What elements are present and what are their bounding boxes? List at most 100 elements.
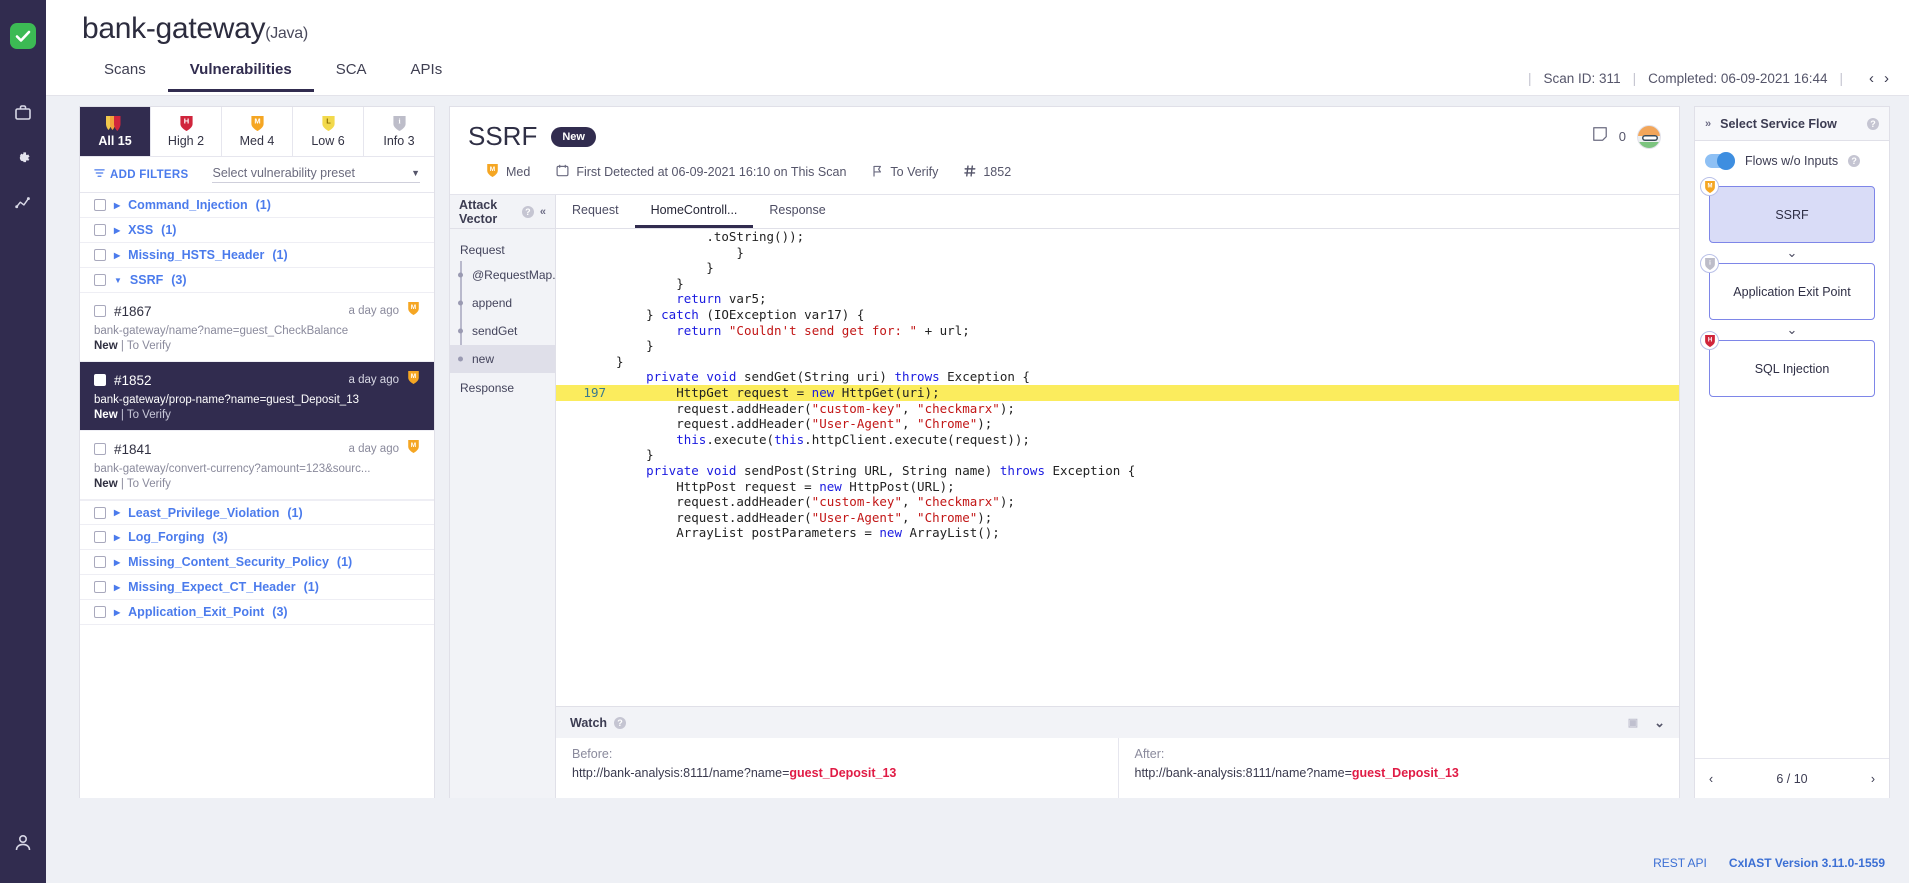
tab-request[interactable]: Request xyxy=(556,195,635,228)
add-filters-button[interactable]: ADD FILTERS xyxy=(94,168,188,182)
severity-tab-low[interactable]: L Low 6 xyxy=(293,107,364,156)
tab-vulnerabilities[interactable]: Vulnerabilities xyxy=(167,55,314,92)
detail-severity: M Med xyxy=(486,163,530,181)
rest-api-link[interactable]: REST API xyxy=(1653,856,1707,870)
user-icon[interactable] xyxy=(13,833,33,853)
code-line-text: ArrayList postParameters = new ArrayList… xyxy=(616,525,1000,541)
tab-apis[interactable]: APIs xyxy=(389,55,465,92)
severity-tab-label: Low 6 xyxy=(311,134,345,148)
service-flow-panel: » Select Service Flow ? Flows w/o Inputs… xyxy=(1694,106,1890,798)
detail-verify-status[interactable]: To Verify xyxy=(872,164,938,181)
group-name: Application_Exit_Point xyxy=(128,605,265,619)
double-chevron-left-icon[interactable]: « xyxy=(540,206,546,218)
help-icon[interactable]: ? xyxy=(1848,155,1861,167)
vuln-group-application-exit-point[interactable]: ▶ Application_Exit_Point (3) xyxy=(80,600,434,625)
group-count: (1) xyxy=(161,223,177,237)
gear-icon[interactable] xyxy=(13,148,33,168)
group-checkbox[interactable] xyxy=(94,556,106,568)
chevron-down-icon[interactable]: ⌄ xyxy=(1654,715,1665,731)
tab-homecontroller[interactable]: HomeControll... xyxy=(634,195,754,228)
vuln-group-command-injection[interactable]: ▶ Command_Injection (1) xyxy=(80,193,434,218)
next-scan-button[interactable]: › xyxy=(1884,70,1889,87)
help-icon[interactable]: ? xyxy=(614,716,627,729)
node-dot-icon xyxy=(458,272,463,278)
code-line: private void sendPost(String URL, String… xyxy=(556,463,1679,479)
group-name: Missing_HSTS_Header xyxy=(128,248,265,262)
code-line-number xyxy=(556,416,616,432)
detail-title-row: SSRF New 0 xyxy=(468,121,1661,152)
severity-tab-med[interactable]: M Med 4 xyxy=(222,107,293,156)
vuln-group-log-forging[interactable]: ▶ Log_Forging (3) xyxy=(80,525,434,550)
chevron-down-icon: ⌄ xyxy=(1786,245,1798,260)
vulnerability-preset-select[interactable]: Select vulnerability preset ▼ xyxy=(212,166,420,183)
group-checkbox[interactable] xyxy=(94,581,106,593)
item-id: #1867 xyxy=(114,303,152,319)
item-checkbox[interactable] xyxy=(94,443,106,455)
version-link[interactable]: CxIAST Version 3.11.0-1559 xyxy=(1729,856,1885,870)
code-line-text: } xyxy=(616,353,624,369)
vuln-group-missing-content-security-policy[interactable]: ▶ Missing_Content_Security_Policy (1) xyxy=(80,550,434,575)
group-count: (1) xyxy=(336,555,353,569)
vuln-group-xss[interactable]: ▶ XSS (1) xyxy=(80,218,434,243)
attack-vector-node-requestmapping[interactable]: @RequestMap... xyxy=(450,261,555,289)
flows-without-inputs-toggle[interactable] xyxy=(1705,152,1735,170)
code-line-number xyxy=(556,401,616,417)
severity-tab-info[interactable]: i Info 3 xyxy=(364,107,434,156)
help-icon[interactable]: ? xyxy=(521,205,534,218)
project-language: (Java) xyxy=(265,25,308,42)
code-line-number xyxy=(556,307,616,323)
list-item[interactable]: #1841 a day ago M bank-gateway/convert-c… xyxy=(80,431,434,500)
flow-node-box[interactable]: SQL Injection xyxy=(1709,340,1875,397)
divider: | xyxy=(1528,71,1532,86)
group-checkbox[interactable] xyxy=(94,224,106,236)
service-flow-header: » Select Service Flow ? xyxy=(1695,107,1889,141)
vuln-group-missing-expect-ct-header[interactable]: ▶ Missing_Expect_CT_Header (1) xyxy=(80,575,434,600)
attack-vector-node-sendget[interactable]: sendGet xyxy=(450,317,555,345)
briefcase-icon[interactable] xyxy=(13,102,33,122)
group-checkbox[interactable] xyxy=(94,274,106,286)
severity-tab-high[interactable]: H High 2 xyxy=(151,107,222,156)
code-line: ArrayList postParameters = new ArrayList… xyxy=(556,525,1679,541)
chevron-right-icon: ▶ xyxy=(114,532,121,542)
code-line: this.execute(this.httpClient.execute(req… xyxy=(556,432,1679,448)
group-checkbox[interactable] xyxy=(94,531,106,543)
chevron-right-icon: ▶ xyxy=(114,607,121,617)
code-line-number xyxy=(556,323,616,339)
severity-tab-label: Info 3 xyxy=(383,134,415,148)
prev-scan-button[interactable]: ‹ xyxy=(1869,70,1874,87)
attack-vector-node-append[interactable]: append xyxy=(450,289,555,317)
item-checkbox[interactable] xyxy=(94,305,106,317)
help-icon[interactable]: ? xyxy=(1867,117,1879,130)
group-checkbox[interactable] xyxy=(94,199,106,211)
code-line-number xyxy=(556,276,616,292)
vuln-group-ssrf[interactable]: ▼ SSRF (3) xyxy=(80,268,434,293)
watch-header: Watch ? ▣ ⌄ xyxy=(556,707,1679,738)
list-item[interactable]: #1867 a day ago M bank-gateway/name?name… xyxy=(80,293,434,362)
list-item[interactable]: #1852 a day ago M bank-gateway/prop-name… xyxy=(80,362,434,431)
flow-node-box[interactable]: Application Exit Point xyxy=(1709,263,1875,320)
group-checkbox[interactable] xyxy=(94,606,106,618)
group-checkbox[interactable] xyxy=(94,506,106,519)
tab-response[interactable]: Response xyxy=(753,195,841,228)
group-checkbox[interactable] xyxy=(94,249,106,261)
double-chevron-right-icon[interactable]: » xyxy=(1705,118,1711,130)
severity-tab-all[interactable]: All 15 xyxy=(80,107,151,156)
low-shield-icon: L xyxy=(321,115,336,132)
attack-vector-node-new[interactable]: new xyxy=(450,345,555,373)
vuln-group-least-privilege-violation[interactable]: ▶ Least_Privilege_Violation (1) xyxy=(80,500,434,525)
tab-scans[interactable]: Scans xyxy=(82,55,168,92)
analytics-icon[interactable] xyxy=(13,194,33,214)
code-line: } xyxy=(556,447,1679,463)
next-flow-button[interactable]: › xyxy=(1871,772,1875,786)
flow-node-box[interactable]: SSRF xyxy=(1709,186,1875,243)
item-checkbox[interactable] xyxy=(94,374,106,386)
note-icon[interactable] xyxy=(1592,126,1608,147)
avatar[interactable] xyxy=(1637,124,1661,149)
detail-first-detected: First Detected at 06-09-2021 16:10 on Th… xyxy=(556,164,846,180)
code-line-number xyxy=(556,260,616,276)
watch-copy-icon[interactable]: ▣ xyxy=(1628,716,1638,729)
vuln-group-missing-hsts-header[interactable]: ▶ Missing_HSTS_Header (1) xyxy=(80,243,434,268)
tab-sca[interactable]: SCA xyxy=(314,55,389,92)
prev-flow-button[interactable]: ‹ xyxy=(1709,772,1713,786)
source-code-view[interactable]: .toString()); } } } return var5; } catch… xyxy=(556,229,1679,706)
